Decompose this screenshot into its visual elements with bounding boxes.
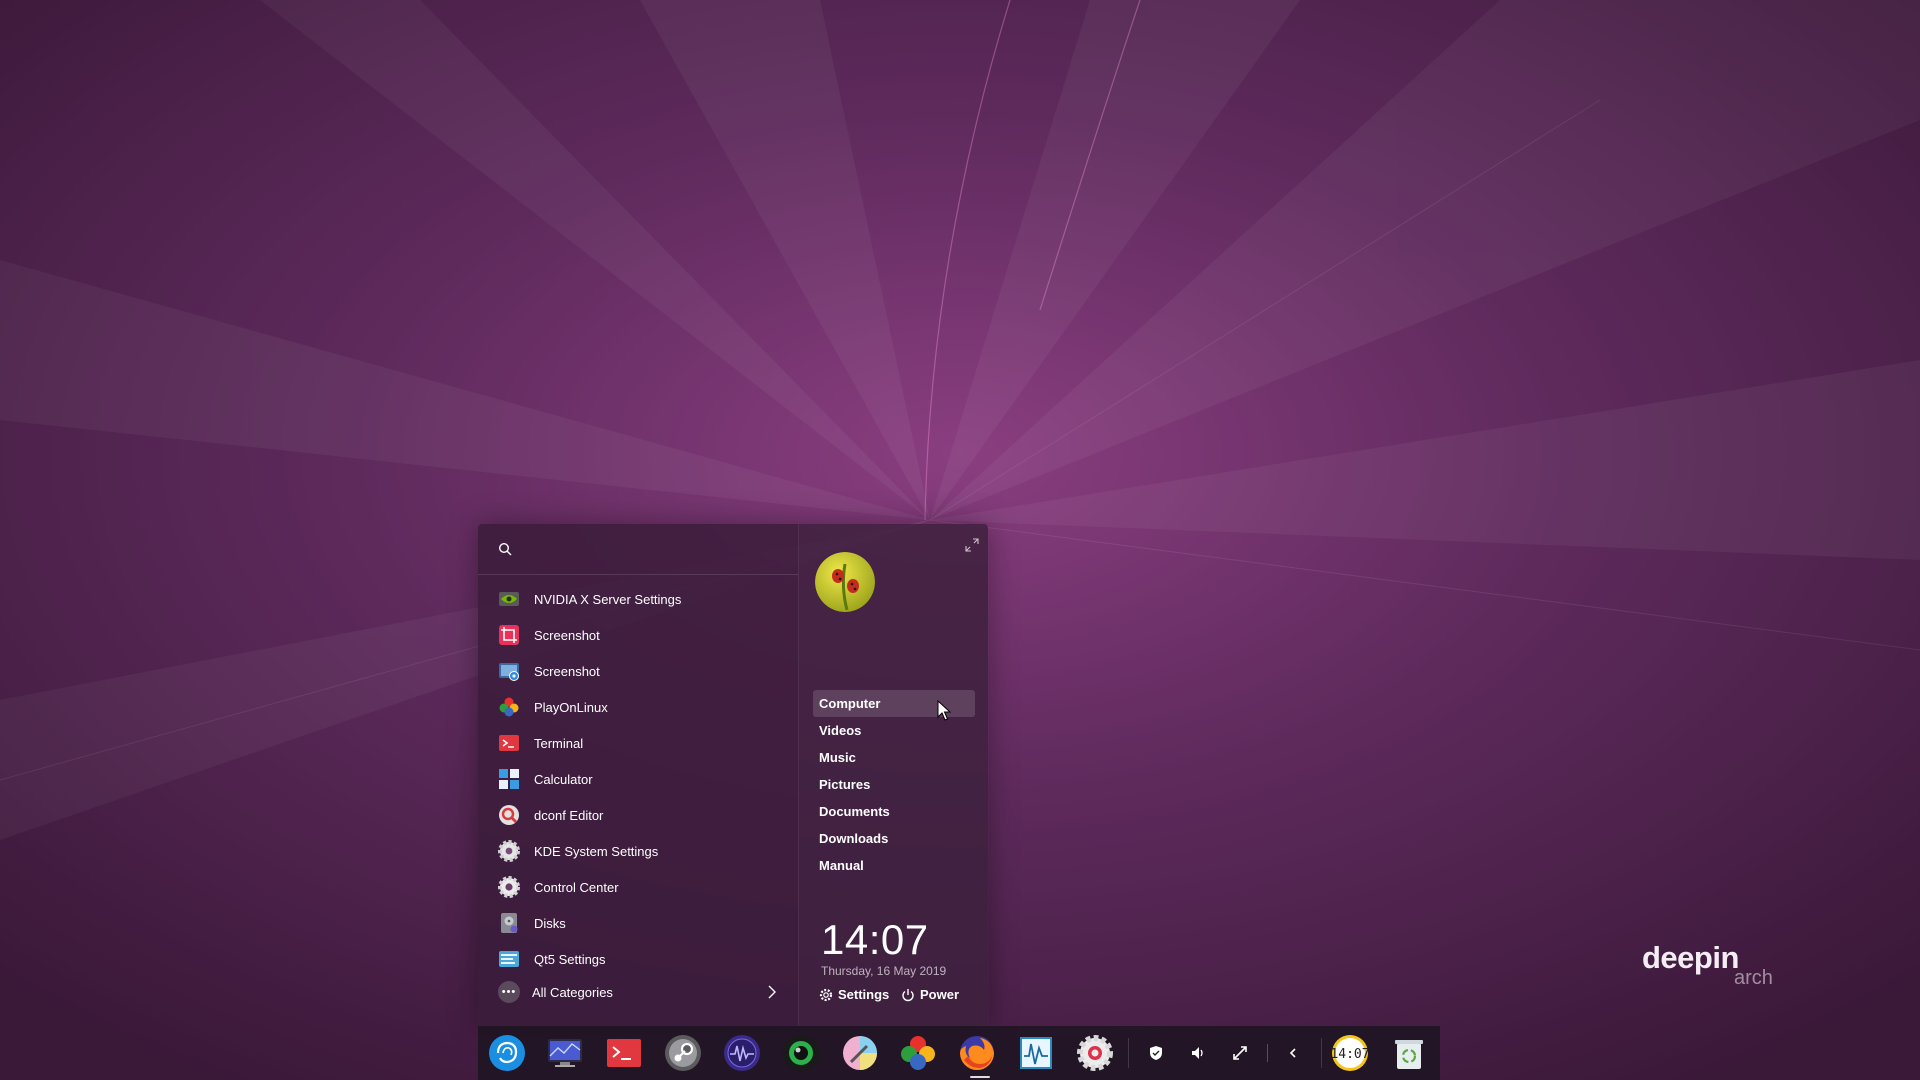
app-item-qt5-settings[interactable]: Qt5 Settings: [478, 941, 798, 977]
user-avatar[interactable]: [815, 552, 875, 612]
tray-separator: [1267, 1044, 1268, 1062]
mouse-cursor-icon: [937, 700, 951, 721]
power-label: Power: [920, 987, 960, 1002]
app-item-control-center[interactable]: Control Center: [478, 869, 798, 905]
qt5-settings-icon: [499, 951, 519, 967]
control-center-icon: [498, 876, 520, 898]
clock-icon[interactable]: 14:07: [1331, 1034, 1369, 1072]
app-label: dconf Editor: [534, 807, 604, 823]
app-label: Disks: [534, 915, 566, 931]
disks-icon: [501, 913, 518, 933]
control-center-icon[interactable]: [1076, 1034, 1114, 1072]
app-label: KDE System Settings: [534, 843, 659, 859]
gnome-screenshot-icon: [499, 663, 519, 681]
power-icon: [902, 988, 914, 1001]
volume-icon[interactable]: [1190, 1045, 1206, 1061]
dock-separator: [1321, 1038, 1322, 1068]
nvidia-icon: [499, 592, 519, 606]
app-label: Screenshot: [534, 627, 600, 643]
search-icon: [498, 542, 512, 556]
terminal-icon: [499, 735, 519, 751]
app-item-screenshot-2[interactable]: Screenshot: [478, 653, 798, 689]
more-dots-icon: •••: [498, 981, 520, 1003]
activity-monitor-icon[interactable]: [1017, 1034, 1055, 1072]
app-item-kde-system-settings[interactable]: KDE System Settings: [478, 833, 798, 869]
power-button[interactable]: Power: [901, 987, 959, 1002]
color-picker-icon[interactable]: [841, 1034, 879, 1072]
app-list: NVIDIA X Server Settings Screenshot Scre…: [478, 581, 798, 977]
launcher-left-pane: NVIDIA X Server Settings Screenshot Scre…: [478, 524, 798, 1026]
system-monitor-desktop-icon[interactable]: [546, 1034, 584, 1072]
network-icon[interactable]: [1232, 1045, 1248, 1061]
firefox-icon[interactable]: [958, 1034, 996, 1072]
clock-time: 14:07: [821, 916, 929, 963]
playonlinux-icon[interactable]: [899, 1034, 937, 1072]
place-downloads[interactable]: Downloads: [813, 825, 975, 852]
settings-label: Settings: [838, 987, 890, 1002]
dock-separator: [1128, 1038, 1129, 1068]
app-label: PlayOnLinux: [534, 699, 608, 715]
shield-icon[interactable]: [1148, 1045, 1164, 1061]
launcher-right-pane: Computer Videos Music Pictures Documents…: [798, 524, 989, 1026]
app-item-screenshot[interactable]: Screenshot: [478, 617, 798, 653]
trash-icon[interactable]: [1390, 1034, 1428, 1072]
launcher-menu: NVIDIA X Server Settings Screenshot Scre…: [478, 524, 988, 1026]
all-categories-label: All Categories: [532, 984, 613, 1000]
dock: 14:07: [478, 1026, 1440, 1080]
deepin-logo: deepin: [1642, 940, 1739, 975]
app-label: Screenshot: [534, 663, 600, 679]
green-eye-icon[interactable]: [782, 1034, 820, 1072]
chevron-right-icon: [768, 985, 776, 999]
deepin-screenshot-icon: [499, 625, 519, 645]
clock-date: Thursday, 16 May 2019: [821, 964, 947, 978]
calculator-icon: [499, 769, 519, 789]
playonlinux-icon: [499, 697, 519, 717]
app-item-playonlinux[interactable]: PlayOnLinux: [478, 689, 798, 725]
settings-button[interactable]: Settings: [819, 987, 889, 1002]
deepin-launcher-icon[interactable]: [488, 1034, 526, 1072]
kde-settings-icon: [498, 840, 520, 862]
place-documents[interactable]: Documents: [813, 798, 975, 825]
app-item-dconf-editor[interactable]: dconf Editor: [478, 797, 798, 833]
dock-clock-text: 14:07: [1331, 1047, 1369, 1062]
chevron-left-icon[interactable]: [1285, 1045, 1301, 1061]
app-label: Terminal: [534, 735, 584, 751]
app-item-disks[interactable]: Disks: [478, 905, 798, 941]
arch-logo: arch: [1734, 967, 1773, 989]
app-label: Calculator: [534, 771, 593, 787]
app-label: Control Center: [534, 879, 619, 895]
app-item-calculator[interactable]: Calculator: [478, 761, 798, 797]
dconf-editor-icon: [499, 805, 519, 825]
search-input[interactable]: [478, 524, 798, 575]
place-pictures[interactable]: Pictures: [813, 771, 975, 798]
cpu-monitor-icon[interactable]: [723, 1034, 761, 1072]
steam-icon[interactable]: [664, 1034, 702, 1072]
place-manual[interactable]: Manual: [813, 852, 975, 879]
app-item-terminal[interactable]: Terminal: [478, 725, 798, 761]
terminal-icon[interactable]: [605, 1034, 643, 1072]
app-item-nvidia-settings[interactable]: NVIDIA X Server Settings: [478, 581, 798, 617]
app-label: NVIDIA X Server Settings: [534, 591, 682, 607]
app-label: Qt5 Settings: [534, 951, 606, 967]
fullscreen-expand-icon[interactable]: [965, 538, 979, 552]
gear-icon: [819, 988, 833, 1001]
all-categories-button[interactable]: ••• All Categories: [478, 974, 798, 1010]
running-indicator: [970, 1076, 990, 1078]
place-music[interactable]: Music: [813, 744, 975, 771]
